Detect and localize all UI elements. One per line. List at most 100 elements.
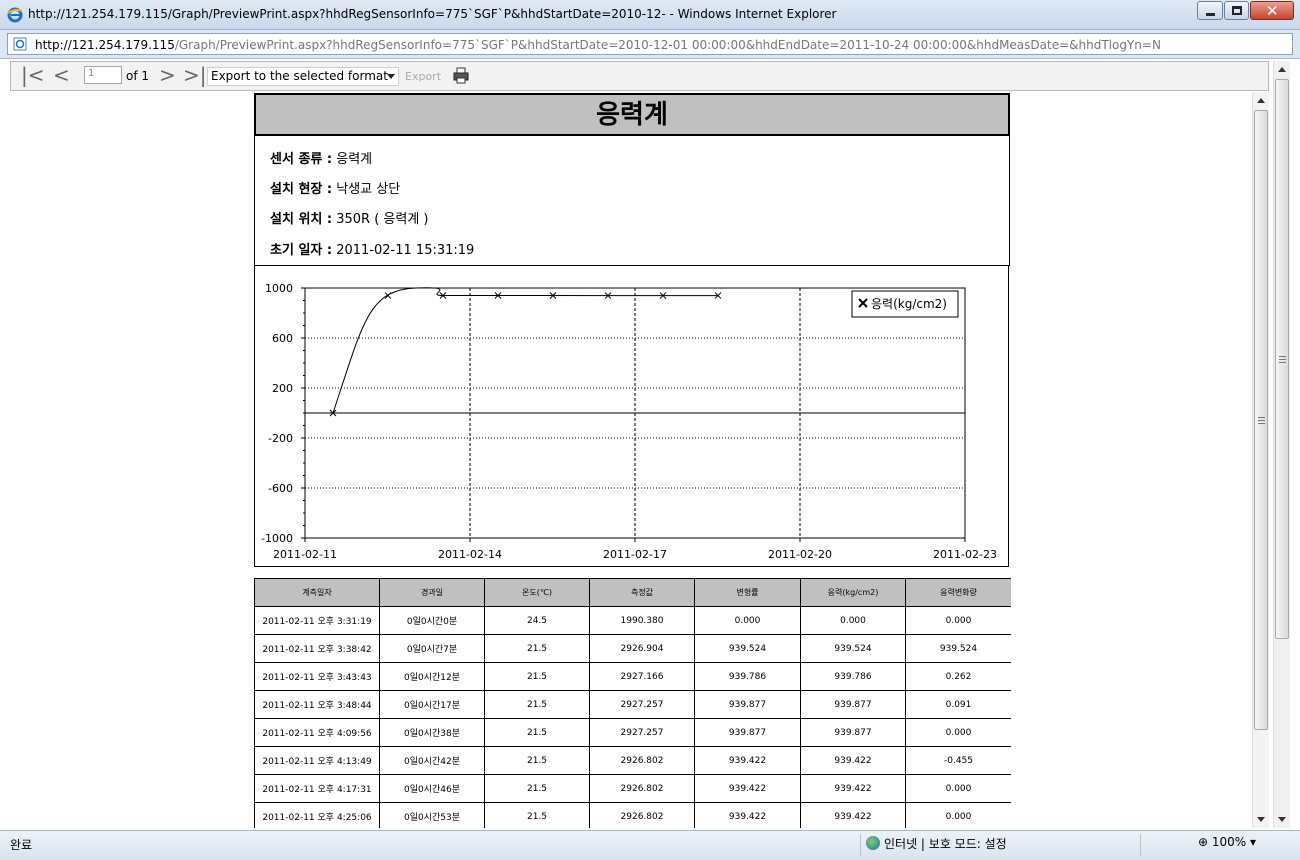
table-cell: 2011-02-11 오후 3:48:44 <box>254 690 380 719</box>
table-cell: 0일0시간0분 <box>379 606 485 635</box>
first-page-icon[interactable]: |< <box>21 65 45 85</box>
column-header: 응력(kg/cm2) <box>800 578 906 607</box>
report-title: 응력계 <box>254 93 1010 136</box>
table-row: 2011-02-11 오후 4:25:06 0일0시간53분 21.5 2926.80… <box>254 802 1011 828</box>
table-cell: 939.422 <box>694 802 801 828</box>
table-cell: 939.422 <box>800 774 906 803</box>
y-tick-label: -600 <box>268 482 293 495</box>
export-format-select[interactable]: Export to the selected format <box>207 67 399 86</box>
window-title: http://121.254.179.115/Graph/PreviewPrin… <box>28 7 837 21</box>
table-cell: -0.455 <box>905 746 1011 775</box>
url-path: /Graph/PreviewPrint.aspx?hhdRegSensorInf… <box>174 38 1161 52</box>
table-cell: 0일0시간38분 <box>379 718 485 747</box>
x-tick-label: 2011-02-23 <box>933 548 997 561</box>
address-bar: http://121.254.179.115/Graph/PreviewPrin… <box>0 30 1300 59</box>
close-button[interactable]: ✕ <box>1250 1 1294 20</box>
previous-page-icon[interactable]: < <box>53 65 70 85</box>
table-cell: 939.422 <box>694 746 801 775</box>
scroll-down-icon[interactable] <box>1278 817 1286 822</box>
table-cell: 939.524 <box>905 634 1011 663</box>
table-cell: 0일0시간53분 <box>379 802 485 828</box>
export-format-value: Export to the selected format <box>211 69 388 83</box>
table-cell: 0.000 <box>694 606 801 635</box>
sensor-info-panel: 센서 종류 : 응력계 설치 현장 : 낙생교 상단 설치 위치 : 350R … <box>254 136 1010 266</box>
scroll-up-icon[interactable] <box>1257 98 1265 103</box>
y-tick-label: 200 <box>272 382 293 395</box>
zoom-level[interactable]: ⊕ 100% ▾ <box>1198 835 1256 849</box>
maximize-button[interactable] <box>1224 1 1249 20</box>
table-cell: 0일0시간46분 <box>379 774 485 803</box>
table-cell: 2927.257 <box>589 718 695 747</box>
table-cell: 2011-02-11 오후 3:43:43 <box>254 662 380 691</box>
table-cell: 0.000 <box>800 606 906 635</box>
column-header: 변형률 <box>694 578 801 607</box>
table-cell: 939.786 <box>694 662 801 691</box>
table-row: 2011-02-11 오후 4:13:49 0일0시간42분 21.5 2926.80… <box>254 746 1011 775</box>
x-tick-label: 2011-02-20 <box>768 548 832 561</box>
print-icon[interactable] <box>453 67 469 84</box>
report-scrollbar[interactable] <box>1252 92 1269 828</box>
info-row: 설치 현장 : 낙생교 상단 <box>270 182 401 197</box>
table-cell: 939.786 <box>800 662 906 691</box>
y-tick-label: -200 <box>268 432 293 445</box>
table-cell: 21.5 <box>484 718 590 747</box>
table-cell: 939.524 <box>694 634 801 663</box>
table-row: 2011-02-11 오후 4:17:31 0일0시간46분 21.5 2926.80… <box>254 774 1011 803</box>
table-cell: 0.000 <box>905 802 1011 828</box>
column-header: 경과일 <box>379 578 485 607</box>
table-cell: 0일0시간17분 <box>379 690 485 719</box>
table-cell: 1990.380 <box>589 606 695 635</box>
table-cell: 21.5 <box>484 774 590 803</box>
page-number-input[interactable]: 1 <box>84 66 122 84</box>
table-cell: 939.422 <box>800 746 906 775</box>
report-scrollbar-thumb[interactable] <box>1254 110 1268 730</box>
y-tick-label: 600 <box>272 332 293 345</box>
table-cell: 24.5 <box>484 606 590 635</box>
table-cell: 2926.904 <box>589 634 695 663</box>
url-field[interactable]: http://121.254.179.115/Graph/PreviewPrin… <box>7 33 1293 55</box>
stress-chart: 1000 600 200 -200 -600 -1000 2011-02-11 2011-02… <box>254 266 1009 567</box>
table-cell: 2926.802 <box>589 802 695 828</box>
last-page-icon[interactable]: >| <box>183 65 207 85</box>
table-cell: 2927.257 <box>589 690 695 719</box>
scroll-up-icon[interactable] <box>1278 67 1286 72</box>
table-cell: 21.5 <box>484 634 590 663</box>
info-row: 초기 일자 : 2011-02-11 15:31:19 <box>270 243 475 258</box>
table-row: 2011-02-11 오후 3:31:19 0일0시간0분 24.5 1990.380… <box>254 606 1011 635</box>
status-bar: 완료 인터넷 | 보호 모드: 설정 ⊕ 100% ▾ <box>0 830 1300 860</box>
ie-logo-icon <box>7 7 23 23</box>
table-cell: 939.422 <box>800 802 906 828</box>
table-row: 2011-02-11 오후 3:38:42 0일0시간7분 21.5 2926.904… <box>254 634 1011 663</box>
chart-svg: 1000 600 200 -200 -600 -1000 2011-02-11 2011-02… <box>261 282 997 561</box>
url-host: http://121.254.179.115 <box>35 38 175 52</box>
table-cell: 21.5 <box>484 690 590 719</box>
table-cell: 0일0시간42분 <box>379 746 485 775</box>
table-cell: 2011-02-11 오후 3:38:42 <box>254 634 380 663</box>
table-cell: 0.262 <box>905 662 1011 691</box>
table-cell: 2011-02-11 오후 3:31:19 <box>254 606 380 635</box>
status-text: 완료 <box>10 838 33 852</box>
security-zone[interactable]: 인터넷 | 보호 모드: 설정 <box>866 835 1007 852</box>
table-cell: 0일0시간7분 <box>379 634 485 663</box>
y-tick-label: 1000 <box>265 282 293 295</box>
page-scrollbar[interactable] <box>1273 61 1290 828</box>
column-header: 온도(℃) <box>484 578 590 607</box>
table-cell: 0일0시간12분 <box>379 662 485 691</box>
minimize-button[interactable] <box>1197 1 1223 20</box>
column-header: 측정값 <box>589 578 695 607</box>
chevron-down-icon <box>387 74 395 79</box>
table-cell: 939.877 <box>800 718 906 747</box>
page-scrollbar-thumb[interactable] <box>1275 79 1289 639</box>
legend-label: 응력(kg/cm2) <box>871 297 947 311</box>
table-cell: 21.5 <box>484 802 590 828</box>
table-cell: 2926.802 <box>589 774 695 803</box>
export-button[interactable]: Export <box>405 70 441 83</box>
table-cell: 939.524 <box>800 634 906 663</box>
scroll-down-icon[interactable] <box>1257 817 1265 822</box>
table-cell: 0.091 <box>905 690 1011 719</box>
table-cell: 0.000 <box>905 718 1011 747</box>
y-tick-label: -1000 <box>261 532 293 545</box>
table-row: 2011-02-11 오후 3:43:43 0일0시간12분 21.5 2927.16… <box>254 662 1011 691</box>
next-page-icon[interactable]: > <box>159 65 176 85</box>
table-cell: 2927.166 <box>589 662 695 691</box>
